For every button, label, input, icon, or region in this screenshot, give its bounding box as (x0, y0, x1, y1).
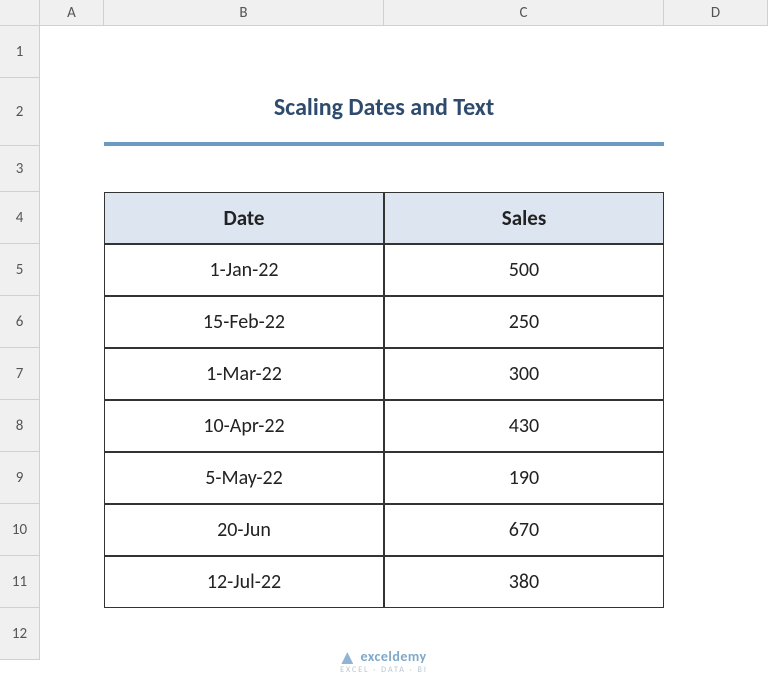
cell-b1[interactable] (104, 26, 384, 78)
table-row[interactable]: 670 (384, 504, 664, 556)
cell-c12[interactable] (384, 608, 664, 660)
cell-d6[interactable] (664, 296, 768, 348)
cell-d4[interactable] (664, 192, 768, 244)
column-header-row: A B C D (0, 0, 768, 26)
row-header-4[interactable]: 4 (0, 192, 40, 244)
row-header-12[interactable]: 12 (0, 608, 40, 660)
table-row[interactable]: 190 (384, 452, 664, 504)
cell-b3[interactable] (104, 146, 384, 192)
col-header-b[interactable]: B (104, 0, 384, 26)
table-row[interactable]: 1-Mar-22 (104, 348, 384, 400)
row-3: 3 (0, 146, 768, 192)
row-header-3[interactable]: 3 (0, 146, 40, 192)
cell-a7[interactable] (40, 348, 104, 400)
row-11: 11 12-Jul-22 380 (0, 556, 768, 608)
row-5: 5 1-Jan-22 500 (0, 244, 768, 296)
row-4: 4 Date Sales (0, 192, 768, 244)
cell-a9[interactable] (40, 452, 104, 504)
cell-d11[interactable] (664, 556, 768, 608)
cell-a5[interactable] (40, 244, 104, 296)
cell-d5[interactable] (664, 244, 768, 296)
row-9: 9 5-May-22 190 (0, 452, 768, 504)
cell-a8[interactable] (40, 400, 104, 452)
cell-d10[interactable] (664, 504, 768, 556)
cell-d3[interactable] (664, 146, 768, 192)
row-12: 12 (0, 608, 768, 660)
cell-d1[interactable] (664, 26, 768, 78)
row-header-1[interactable]: 1 (0, 26, 40, 78)
table-row[interactable]: 380 (384, 556, 664, 608)
table-row[interactable]: 12-Jul-22 (104, 556, 384, 608)
row-2: 2 Scaling Dates and Text (0, 78, 768, 146)
row-1: 1 (0, 26, 768, 78)
watermark-sub: EXCEL · DATA · BI (0, 665, 768, 675)
table-row[interactable]: 300 (384, 348, 664, 400)
table-row[interactable]: 250 (384, 296, 664, 348)
row-8: 8 10-Apr-22 430 (0, 400, 768, 452)
row-header-11[interactable]: 11 (0, 556, 40, 608)
row-header-9[interactable]: 9 (0, 452, 40, 504)
table-header-date[interactable]: Date (104, 192, 384, 244)
row-6: 6 15-Feb-22 250 (0, 296, 768, 348)
row-header-8[interactable]: 8 (0, 400, 40, 452)
cell-a2[interactable] (40, 78, 104, 146)
cell-a10[interactable] (40, 504, 104, 556)
table-row[interactable]: 430 (384, 400, 664, 452)
cell-a12[interactable] (40, 608, 104, 660)
table-row[interactable]: 500 (384, 244, 664, 296)
row-10: 10 20-Jun 670 (0, 504, 768, 556)
page-title[interactable]: Scaling Dates and Text (104, 78, 664, 146)
table-row[interactable]: 10-Apr-22 (104, 400, 384, 452)
table-row[interactable]: 15-Feb-22 (104, 296, 384, 348)
cell-a11[interactable] (40, 556, 104, 608)
table-row[interactable]: 1-Jan-22 (104, 244, 384, 296)
cell-a6[interactable] (40, 296, 104, 348)
table-header-sales[interactable]: Sales (384, 192, 664, 244)
col-header-a[interactable]: A (40, 0, 104, 26)
row-7: 7 1-Mar-22 300 (0, 348, 768, 400)
cell-a3[interactable] (40, 146, 104, 192)
cell-b12[interactable] (104, 608, 384, 660)
row-header-7[interactable]: 7 (0, 348, 40, 400)
cell-a4[interactable] (40, 192, 104, 244)
cell-d8[interactable] (664, 400, 768, 452)
table-row[interactable]: 5-May-22 (104, 452, 384, 504)
col-header-d[interactable]: D (664, 0, 768, 26)
cell-a1[interactable] (40, 26, 104, 78)
cell-c3[interactable] (384, 146, 664, 192)
cell-d12[interactable] (664, 608, 768, 660)
select-all-corner[interactable] (0, 0, 40, 26)
grid-body: 1 2 Scaling Dates and Text 3 4 Date Sale… (0, 26, 768, 660)
cell-d7[interactable] (664, 348, 768, 400)
cell-d9[interactable] (664, 452, 768, 504)
row-header-5[interactable]: 5 (0, 244, 40, 296)
cell-d2[interactable] (664, 78, 768, 146)
row-header-10[interactable]: 10 (0, 504, 40, 556)
cell-c1[interactable] (384, 26, 664, 78)
col-header-c[interactable]: C (384, 0, 664, 26)
table-row[interactable]: 20-Jun (104, 504, 384, 556)
row-header-2[interactable]: 2 (0, 78, 40, 146)
row-header-6[interactable]: 6 (0, 296, 40, 348)
